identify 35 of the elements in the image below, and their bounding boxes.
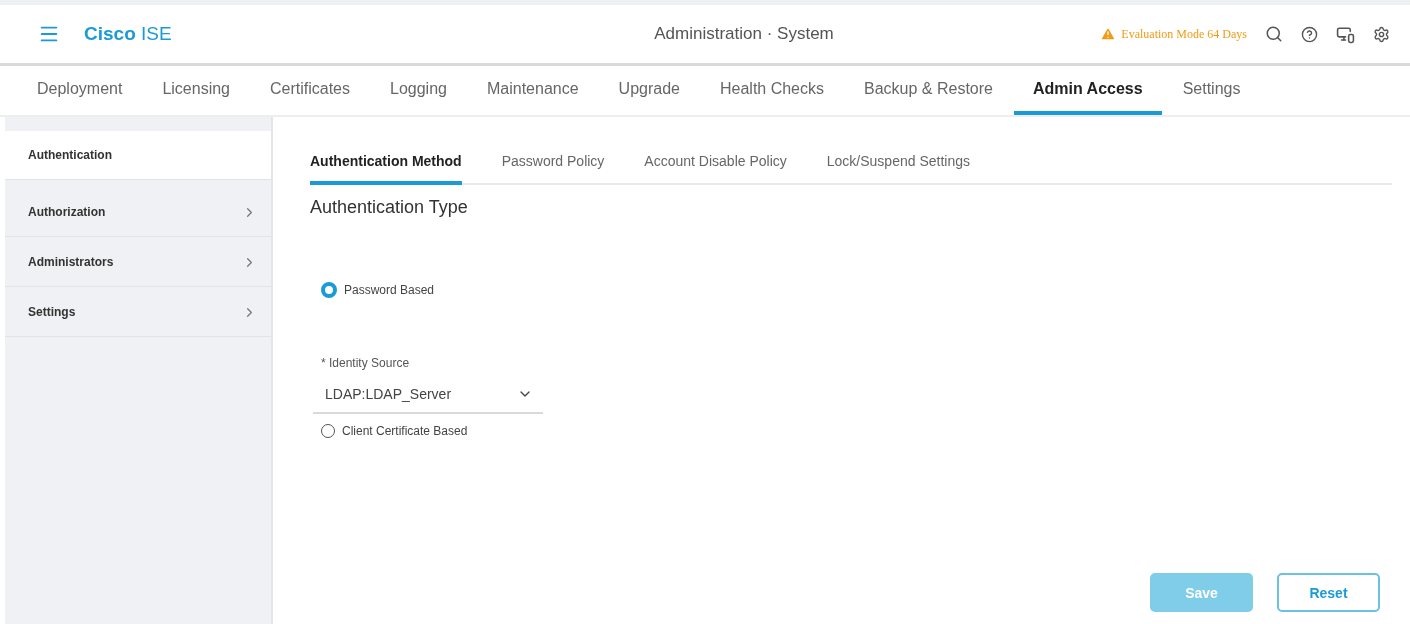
sidebar-label: Administrators <box>28 255 114 269</box>
field-label: * Identity Source <box>321 356 411 370</box>
nav-tab[interactable]: Upgrade <box>599 66 699 115</box>
sub-tab[interactable]: Authentication Method <box>310 143 462 185</box>
radio-button[interactable] <box>321 424 335 438</box>
sub-tab[interactable]: Password Policy <box>501 143 605 185</box>
nav-tab[interactable]: Deployment <box>18 66 142 115</box>
identity-source-select[interactable]: LDAP:LDAP_Server <box>313 380 543 414</box>
brand-logo: Cisco ISE <box>84 23 172 45</box>
nav-tab[interactable]: Admin Access <box>1013 66 1162 115</box>
option-label: Password Based <box>344 283 435 297</box>
sub-tab[interactable]: Lock/Suspend Settings <box>826 143 970 185</box>
sidebar-label: Authorization <box>28 205 106 219</box>
nav-tab[interactable]: Health Checks <box>700 66 843 115</box>
sidebar-label: Settings <box>28 305 76 319</box>
nav-tab[interactable]: Licensing <box>143 66 249 115</box>
warning-icon <box>1100 26 1117 42</box>
nav-tab[interactable]: Settings <box>1163 66 1260 115</box>
sub-tab[interactable]: Account Disable Policy <box>644 143 787 185</box>
nav-tab[interactable]: Maintenance <box>467 66 598 115</box>
devices-icon[interactable] <box>1336 24 1355 44</box>
reset-button[interactable]: Reset <box>1277 573 1380 612</box>
radio-button[interactable] <box>321 282 337 298</box>
nav-tab[interactable]: Logging <box>371 66 466 115</box>
help-icon[interactable] <box>1301 25 1318 43</box>
settings-icon[interactable] <box>1373 25 1390 43</box>
search-icon[interactable] <box>1265 25 1283 43</box>
nav-tab[interactable]: Certificates <box>251 66 369 115</box>
sidebar-label: Authentication <box>28 148 112 162</box>
section-title: Authentication Type <box>310 197 469 218</box>
evaluation-notice: Evaluation Mode 64 Days <box>1121 26 1247 42</box>
nav-tab[interactable]: Backup & Restore <box>845 66 1012 115</box>
option-label: Client Certificate Based <box>342 424 468 438</box>
sidebar-item[interactable]: Authentication <box>5 131 271 180</box>
page-title: Administration · System <box>654 24 834 44</box>
